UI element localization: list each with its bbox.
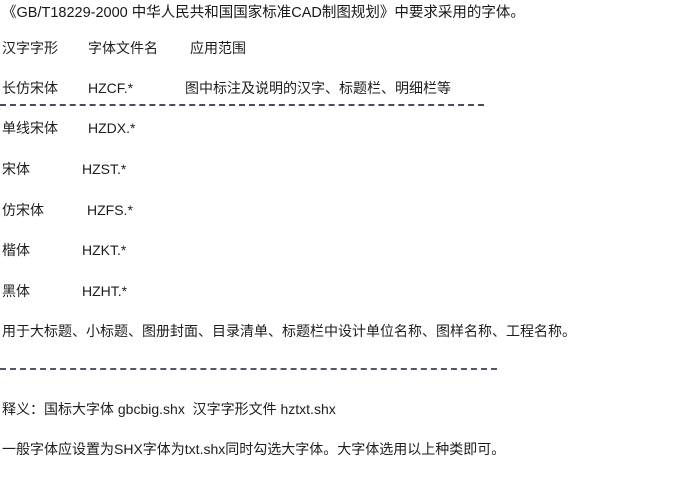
table-row: 楷体 HZKT.* <box>2 241 673 259</box>
table-row: 仿宋体 HZFS.* <box>2 201 673 219</box>
table-row: 宋体 HZST.* <box>2 160 673 178</box>
table-row: 长仿宋体 HZCF.* 图中标注及说明的汉字、标题栏、明细栏等 <box>2 79 673 97</box>
column-header-glyph: 汉字字形 <box>2 40 58 56</box>
document-title: 《GB/T18229-2000 中华人民共和国国家标准CAD制图规划》中要求采用… <box>2 5 525 21</box>
cell-glyph: 黑体 <box>2 283 30 299</box>
cell-filename: HZHT.* <box>82 283 128 299</box>
cell-usage: 图中标注及说明的汉字、标题栏、明细栏等 <box>185 80 451 96</box>
section-separator-bottom <box>0 368 497 370</box>
table-header-row: 汉字字形 字体文件名 应用范围 <box>2 39 673 57</box>
column-header-usage: 应用范围 <box>190 40 246 56</box>
table-row: 黑体 HZHT.* <box>2 282 673 300</box>
cell-filename: HZDX.* <box>88 120 136 136</box>
table-row: 单线宋体 HZDX.* <box>2 119 673 137</box>
cell-glyph: 单线宋体 <box>2 120 58 136</box>
closing-line: 一般字体应设置为SHX字体为txt.shx同时勾选大字体。大字体选用以上种类即可… <box>2 441 506 457</box>
definition-line: 释义：国标大字体 gbcbig.shx 汉字字形文件 hztxt.shx <box>2 401 336 417</box>
cell-glyph: 长仿宋体 <box>2 80 58 96</box>
cell-filename: HZFS.* <box>87 202 133 218</box>
document-page: 《GB/T18229-2000 中华人民共和国国家标准CAD制图规划》中要求采用… <box>0 0 673 500</box>
cell-filename: HZKT.* <box>82 242 127 258</box>
section-separator-top <box>0 104 484 106</box>
cell-glyph: 宋体 <box>2 161 30 177</box>
cell-filename: HZCF.* <box>88 80 134 96</box>
cell-glyph: 仿宋体 <box>2 202 44 218</box>
cell-glyph: 楷体 <box>2 242 30 258</box>
usage-note: 用于大标题、小标题、图册封面、目录清单、标题栏中设计单位名称、图样名称、工程名称… <box>2 323 576 339</box>
column-header-filename: 字体文件名 <box>88 40 158 56</box>
cell-filename: HZST.* <box>82 161 127 177</box>
